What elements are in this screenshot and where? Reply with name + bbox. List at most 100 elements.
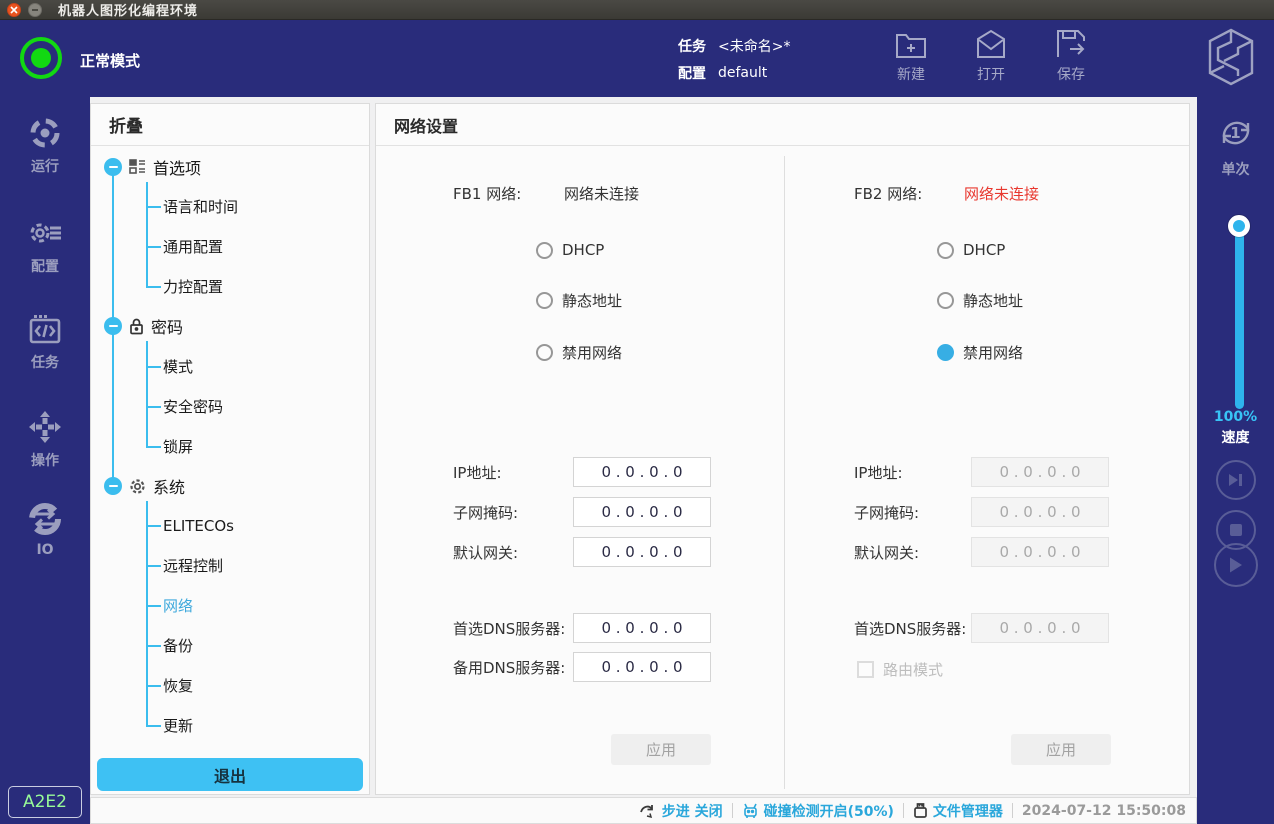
fb2-radio-dhcp[interactable]: DHCP <box>937 233 1005 267</box>
tree-group-system[interactable]: 系统 <box>104 468 185 504</box>
step-mode-status[interactable]: 步进 关闭 <box>639 801 723 821</box>
run-icon <box>27 115 63 151</box>
fb1-apply-button[interactable]: 应用 <box>611 734 711 765</box>
fb2-status-value: 网络未连接 <box>964 183 1039 204</box>
robot-badge-button[interactable]: A2E2 <box>8 786 82 818</box>
tree-item-remote-control[interactable]: 远程控制 <box>146 551 223 581</box>
fb1-label: FB1 网络: <box>453 183 564 204</box>
file-manager-button[interactable]: 文件管理器 <box>913 801 1003 821</box>
fb1-mask-input[interactable] <box>573 497 711 527</box>
tree-group-preferences[interactable]: 首选项 <box>104 149 201 185</box>
code-window-icon <box>27 313 63 347</box>
preferences-blocks-icon <box>129 159 146 175</box>
radio-icon[interactable] <box>536 344 553 361</box>
fb2-radio-disable[interactable]: 禁用网络 <box>937 335 1023 369</box>
fb2-radio-static[interactable]: 静态地址 <box>937 283 1023 317</box>
tree-item-backup[interactable]: 备份 <box>146 631 193 661</box>
save-task-button[interactable]: 保存 <box>1042 28 1100 84</box>
tree-item-safety-password[interactable]: 安全密码 <box>146 392 223 422</box>
step-arrow-icon <box>639 803 657 819</box>
router-mode-checkbox <box>857 661 874 678</box>
fb1-ip-input[interactable] <box>573 457 711 487</box>
fb2-label: FB2 网络: <box>854 183 964 204</box>
tree-item-language-time[interactable]: 语言和时间 <box>146 192 238 222</box>
tree-item-mode[interactable]: 模式 <box>146 352 193 382</box>
fb2-ip-row: IP地址: <box>854 457 1109 487</box>
radio-icon[interactable] <box>536 292 553 309</box>
fb1-status-row: FB1 网络: 网络未连接 <box>453 176 639 210</box>
fb1-status-value: 网络未连接 <box>564 183 639 204</box>
collapse-node-icon[interactable] <box>104 158 122 176</box>
fb1-radio-static[interactable]: 静态地址 <box>536 283 622 317</box>
open-mail-icon <box>974 28 1008 60</box>
network-settings-panel: 网络设置 FB1 网络: 网络未连接 DHCP 静态地址 禁用网络 IP地址: … <box>375 103 1190 795</box>
collapse-node-icon[interactable] <box>104 477 122 495</box>
status-timestamp: 2024-07-12 15:50:08 <box>1022 803 1186 819</box>
left-nav-rail: 运行 配置 任务 <box>0 97 90 824</box>
nav-run[interactable]: 运行 <box>0 115 90 176</box>
tree-group-password[interactable]: 密码 <box>104 308 183 344</box>
tree-item-elitecos[interactable]: ELITECOs <box>146 511 234 541</box>
play-button[interactable] <box>1214 543 1258 587</box>
tree-item-force-config[interactable]: 力控配置 <box>146 272 223 302</box>
fb2-router-mode-row: 路由模式 <box>857 654 943 684</box>
speed-slider-handle[interactable] <box>1228 215 1250 237</box>
fb1-ip-row: IP地址: <box>453 457 711 487</box>
speed-percent: 100% <box>1197 409 1274 425</box>
fb2-apply-button[interactable]: 应用 <box>1011 734 1111 765</box>
radio-icon[interactable] <box>937 242 954 259</box>
nav-operate[interactable]: 操作 <box>0 409 90 470</box>
fb2-gateway-input <box>971 537 1109 567</box>
tree-item-general-config[interactable]: 通用配置 <box>146 232 223 262</box>
brand-logo-icon <box>1204 26 1258 92</box>
window-titlebar: 机器人图形化编程环境 <box>0 0 1274 20</box>
mode-label: 正常模式 <box>80 50 140 71</box>
io-arrows-icon <box>27 501 63 537</box>
run-mode-toggle[interactable]: 1 单次 <box>1197 111 1274 179</box>
fb1-dns1-input[interactable] <box>573 613 711 643</box>
right-control-rail: 1 单次 100% 速度 <box>1197 97 1274 824</box>
nav-task[interactable]: 任务 <box>0 313 90 372</box>
tree-item-update[interactable]: 更新 <box>146 711 193 741</box>
separator <box>1012 803 1013 818</box>
nav-io[interactable]: IO <box>0 501 90 558</box>
robot-icon <box>742 802 759 819</box>
task-value: <未命名>* <box>718 36 790 56</box>
fb2-ip-input <box>971 457 1109 487</box>
fb2-dns1-row: 首选DNS服务器: <box>854 613 1109 643</box>
status-bar: 步进 关闭 碰撞检测开启(50%) 文件管理器 2024-07-12 15:50… <box>90 797 1197 824</box>
fb1-mask-row: 子网掩码: <box>453 497 711 527</box>
fb2-gateway-row: 默认网关: <box>854 537 1109 567</box>
fb1-radio-disable[interactable]: 禁用网络 <box>536 335 622 369</box>
speed-slider[interactable] <box>1235 219 1244 409</box>
run-mode-label: 单次 <box>1222 159 1250 179</box>
fb1-gateway-row: 默认网关: <box>453 537 711 567</box>
system-gear-icon <box>129 478 146 495</box>
usb-drive-icon <box>913 802 928 819</box>
fb1-dns2-input[interactable] <box>573 652 711 682</box>
open-task-button[interactable]: 打开 <box>962 28 1020 84</box>
window-close-button[interactable] <box>7 3 21 17</box>
fb1-gateway-input[interactable] <box>573 537 711 567</box>
tree-item-network[interactable]: 网络 <box>146 591 193 621</box>
step-forward-button[interactable] <box>1216 460 1256 500</box>
nav-config[interactable]: 配置 <box>0 215 90 276</box>
settings-tree: 首选项 语言和时间 通用配置 力控配置 密码 模式 安全密码 锁屏 <box>91 104 369 794</box>
radio-icon[interactable] <box>937 292 954 309</box>
window-minimize-button[interactable] <box>28 3 42 17</box>
collision-detection-status[interactable]: 碰撞检测开启(50%) <box>742 801 894 821</box>
fb1-radio-dhcp[interactable]: DHCP <box>536 233 604 267</box>
radio-icon[interactable] <box>536 242 553 259</box>
gear-list-icon <box>26 215 64 251</box>
fb2-mask-input <box>971 497 1109 527</box>
radio-selected-icon[interactable] <box>937 344 954 361</box>
tree-item-lock-screen[interactable]: 锁屏 <box>146 432 193 462</box>
new-task-button[interactable]: 新建 <box>882 28 940 84</box>
exit-button[interactable]: 退出 <box>97 758 363 791</box>
stop-icon <box>1229 523 1243 537</box>
move-arrows-icon <box>27 409 63 445</box>
mode-indicator-icon[interactable] <box>20 37 62 79</box>
play-icon <box>1228 556 1244 574</box>
collapse-node-icon[interactable] <box>104 317 122 335</box>
tree-item-restore[interactable]: 恢复 <box>146 671 193 701</box>
